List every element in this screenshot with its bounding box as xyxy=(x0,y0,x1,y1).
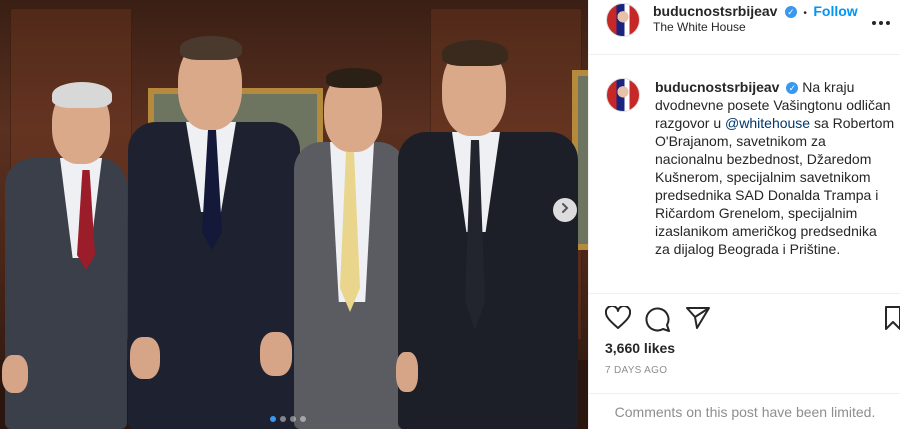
caption-avatar[interactable] xyxy=(606,78,640,112)
carousel-next-button[interactable] xyxy=(553,198,577,222)
person-1 xyxy=(0,80,130,429)
comments-limited-notice: Comments on this post have been limited. xyxy=(589,393,900,430)
caption-username[interactable]: buducnostsrbijeav xyxy=(655,79,779,95)
verified-badge-icon: ✓ xyxy=(784,5,797,18)
post-photo[interactable] xyxy=(0,0,588,429)
carousel-dot xyxy=(280,416,286,422)
follow-button[interactable]: Follow xyxy=(813,3,857,19)
heart-icon[interactable] xyxy=(604,304,632,335)
verified-badge-icon: ✓ xyxy=(786,82,799,95)
comment-icon[interactable] xyxy=(645,306,671,337)
carousel-dot xyxy=(300,416,306,422)
person-2 xyxy=(120,32,305,429)
avatar[interactable] xyxy=(606,3,640,37)
post-header: buducnostsrbijeav ✓ • Follow The White H… xyxy=(589,0,900,55)
bookmark-icon[interactable] xyxy=(885,306,900,335)
caption-text-continued: sa Robertom O'Brajanom, savetnikom za na… xyxy=(655,115,895,257)
person-4 xyxy=(392,40,582,429)
carousel-dot xyxy=(290,416,296,422)
post-timestamp[interactable]: 7 DAYS AGO xyxy=(605,365,667,376)
more-options-icon[interactable] xyxy=(871,10,891,31)
chevron-right-icon xyxy=(559,201,571,219)
paper-plane-icon[interactable] xyxy=(685,306,711,335)
separator-dot: • xyxy=(803,8,807,19)
likes-count[interactable]: 3,660 likes xyxy=(605,340,675,356)
post-caption: buducnostsrbijeav ✓ Na kraju dvodnevne p… xyxy=(655,78,895,258)
carousel-indicator xyxy=(270,416,306,422)
username-link[interactable]: buducnostsrbijeav xyxy=(653,3,777,19)
carousel-dot xyxy=(270,416,276,422)
post-sidebar: buducnostsrbijeav ✓ • Follow The White H… xyxy=(588,0,900,429)
location-link[interactable]: The White House xyxy=(653,20,746,34)
mention-link[interactable]: @whitehouse xyxy=(725,115,810,131)
